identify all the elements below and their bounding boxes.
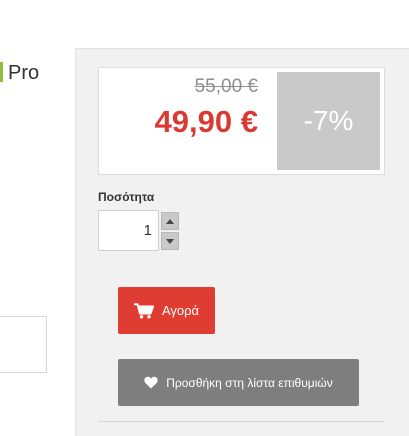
new-price: 49,90 € (154, 104, 258, 139)
quantity-increase-button[interactable] (161, 212, 179, 230)
quantity-label: Ποσότητα (98, 190, 155, 204)
quantity-decrease-button[interactable] (161, 232, 179, 250)
panel-divider (98, 421, 385, 422)
discount-badge: -7% (277, 72, 380, 170)
triangle-down-icon (166, 238, 174, 244)
add-to-wishlist-button[interactable]: Προσθήκη στη λίστα επιθυμιών (118, 359, 359, 406)
shopping-cart-icon (133, 302, 154, 319)
product-title-text: Pro (8, 62, 40, 84)
purchase-panel: 55,00 € 49,90 € -7% Ποσότητα Αγορά (75, 48, 409, 436)
buy-button-label: Αγορά (161, 303, 200, 318)
triangle-up-icon (166, 218, 174, 224)
quantity-input[interactable] (98, 210, 159, 251)
page: Pro 55,00 € 49,90 € -7% Ποσότητα 1 Αγορά… (0, 0, 409, 436)
title-accent-bar (0, 62, 3, 82)
wishlist-button-label: Προσθήκη στη λίστα επιθυμιών (166, 375, 333, 390)
price-box: 55,00 € 49,90 € -7% (98, 67, 385, 175)
left-content-box (0, 316, 47, 373)
old-price: 55,00 € (194, 76, 258, 97)
buy-button[interactable]: Αγορά (118, 287, 215, 334)
heart-icon (144, 376, 158, 389)
product-title: Pro (0, 62, 39, 85)
